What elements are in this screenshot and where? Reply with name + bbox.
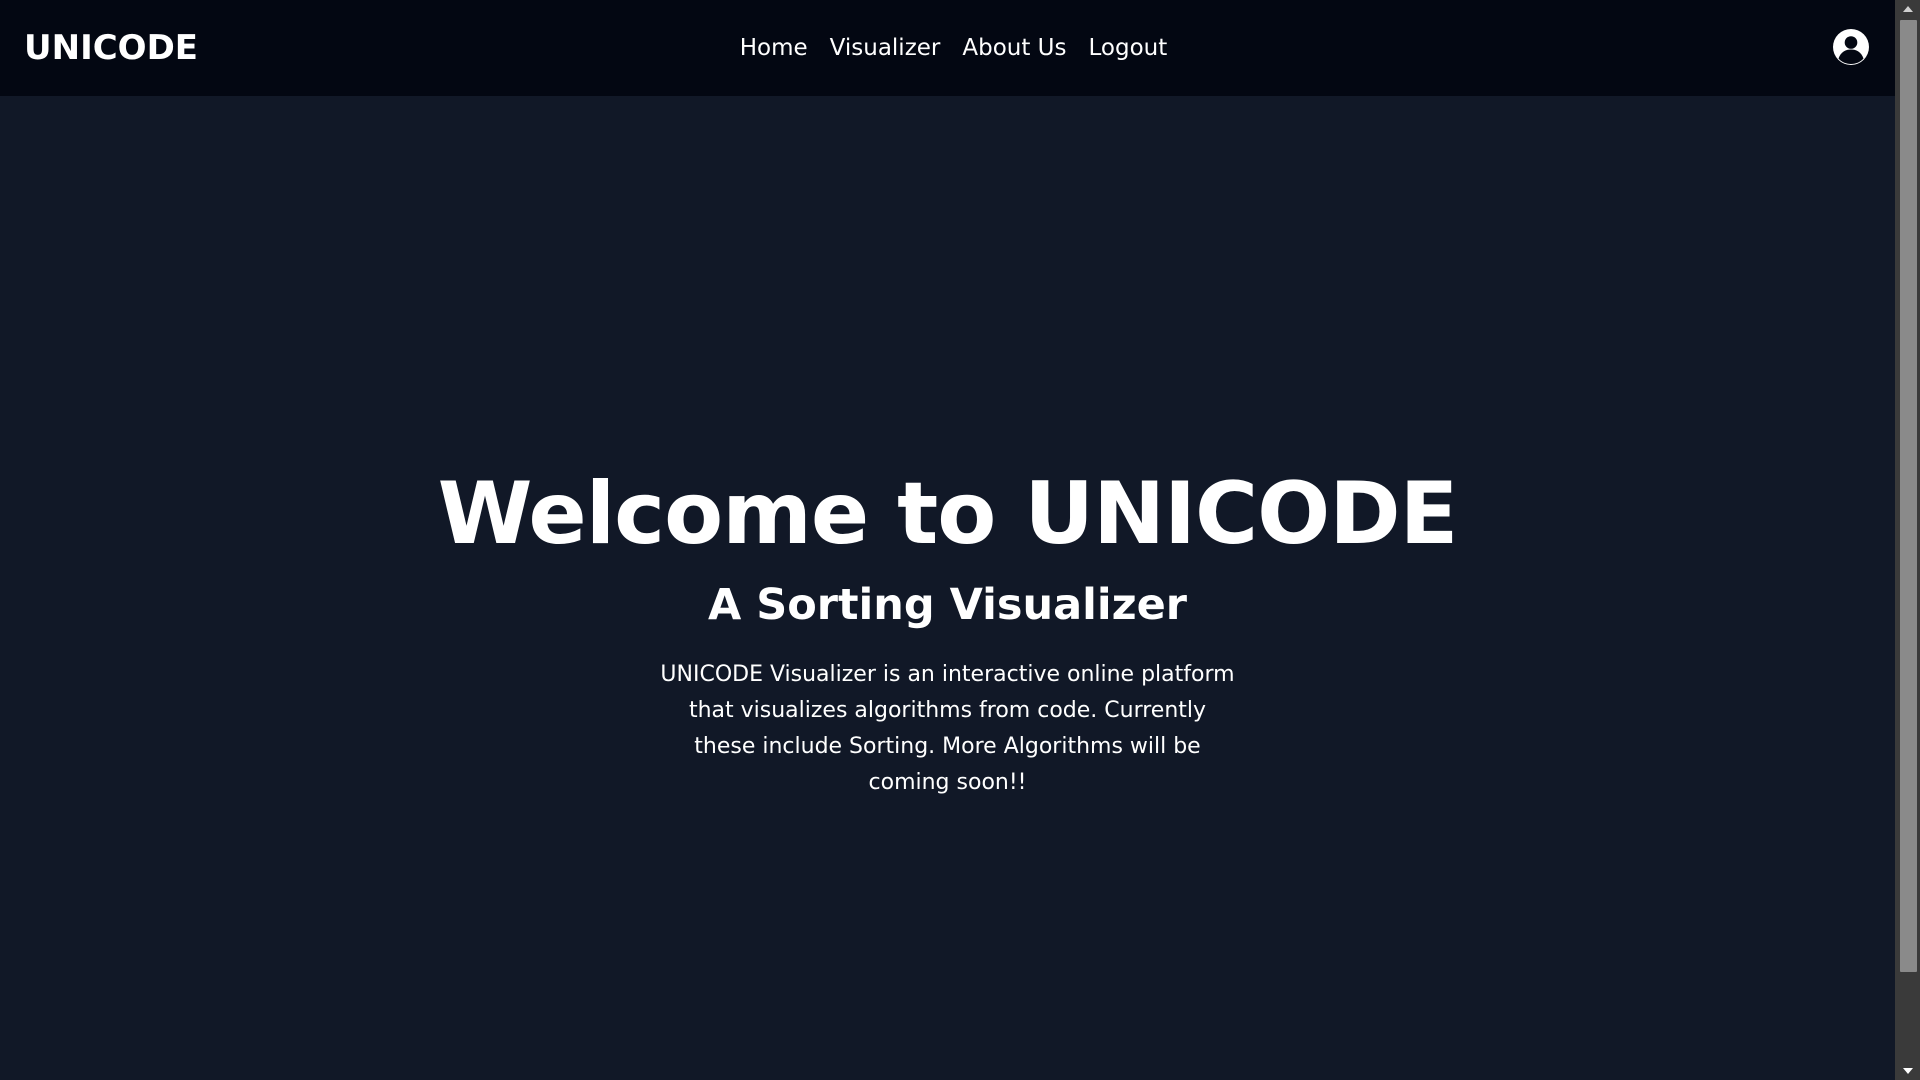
hero-title: Welcome to UNICODE (437, 464, 1459, 564)
scrollbar-thumb[interactable] (1900, 20, 1917, 972)
user-circle-icon[interactable] (1832, 28, 1870, 66)
nav-link-logout[interactable]: Logout (1089, 28, 1168, 68)
scroll-up-arrow-icon[interactable] (1895, 0, 1920, 18)
user-circle-icon-svg (1833, 29, 1869, 65)
page: UNICODE Home Visualizer About Us Logout … (0, 0, 1920, 1080)
navbar: UNICODE Home Visualizer About Us Logout (0, 0, 1895, 96)
nav-link-about-us[interactable]: About Us (962, 28, 1066, 68)
nav-link-visualizer[interactable]: Visualizer (830, 28, 941, 68)
main-content: UNICODE Home Visualizer About Us Logout … (0, 0, 1895, 1080)
nav-link-home[interactable]: Home (740, 28, 808, 68)
nav-links: Home Visualizer About Us Logout (0, 28, 1895, 68)
hero-section: Welcome to UNICODE A Sorting Visualizer … (0, 455, 1895, 801)
hero-description: UNICODE Visualizer is an interactive onl… (660, 662, 1235, 795)
hero-subtitle: A Sorting Visualizer (708, 580, 1187, 630)
scroll-down-arrow-icon[interactable] (1895, 1062, 1920, 1080)
vertical-scrollbar[interactable] (1895, 0, 1920, 1080)
